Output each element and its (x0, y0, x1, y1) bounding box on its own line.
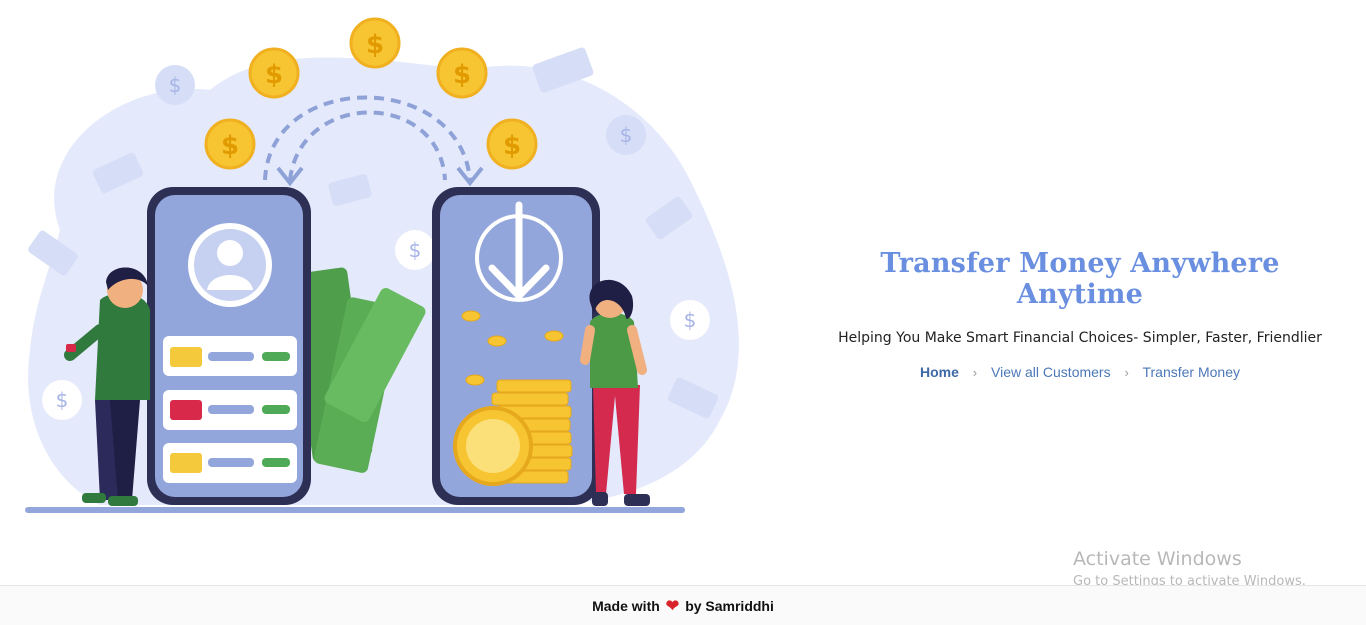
left-phone (147, 187, 311, 505)
breadcrumb-home-link[interactable]: Home (920, 364, 959, 380)
dollar-icon: $ (56, 388, 69, 412)
heart-icon: ❤ (665, 597, 680, 615)
dollar-icon: $ (503, 131, 521, 161)
dollar-icon: $ (169, 73, 182, 97)
breadcrumb: Home › View all Customers › Transfer Mon… (820, 364, 1340, 380)
activate-windows-watermark: Activate Windows Go to Settings to activ… (1073, 548, 1306, 589)
dollar-icon: $ (453, 60, 471, 90)
breadcrumb-view-customers-link[interactable]: View all Customers (991, 364, 1111, 380)
page-title: Transfer Money Anywhere Anytime (880, 248, 1280, 310)
dollar-icon: $ (366, 30, 384, 60)
chevron-right-icon: › (972, 365, 978, 380)
chevron-right-icon: › (1124, 365, 1129, 380)
dollar-icon: $ (265, 60, 283, 90)
right-phone (432, 187, 600, 505)
footer-author: by Samriddhi (685, 597, 774, 614)
watermark-title: Activate Windows (1073, 548, 1242, 570)
footer: Made with ❤ by Samriddhi (0, 585, 1366, 625)
money-transfer-illustration: $ $ $ $ $ $ $ $ $ $ (25, 17, 739, 513)
dollar-icon: $ (620, 123, 633, 147)
dollar-icon: $ (221, 131, 239, 161)
hero-section: Transfer Money Anywhere Anytime Helping … (820, 248, 1340, 380)
dollar-icon: $ (409, 238, 422, 262)
page-subtitle: Helping You Make Smart Financial Choices… (838, 330, 1322, 346)
dollar-icon: $ (684, 308, 697, 332)
footer-made-with: Made with (592, 597, 660, 614)
breadcrumb-transfer-money-link[interactable]: Transfer Money (1142, 364, 1240, 380)
